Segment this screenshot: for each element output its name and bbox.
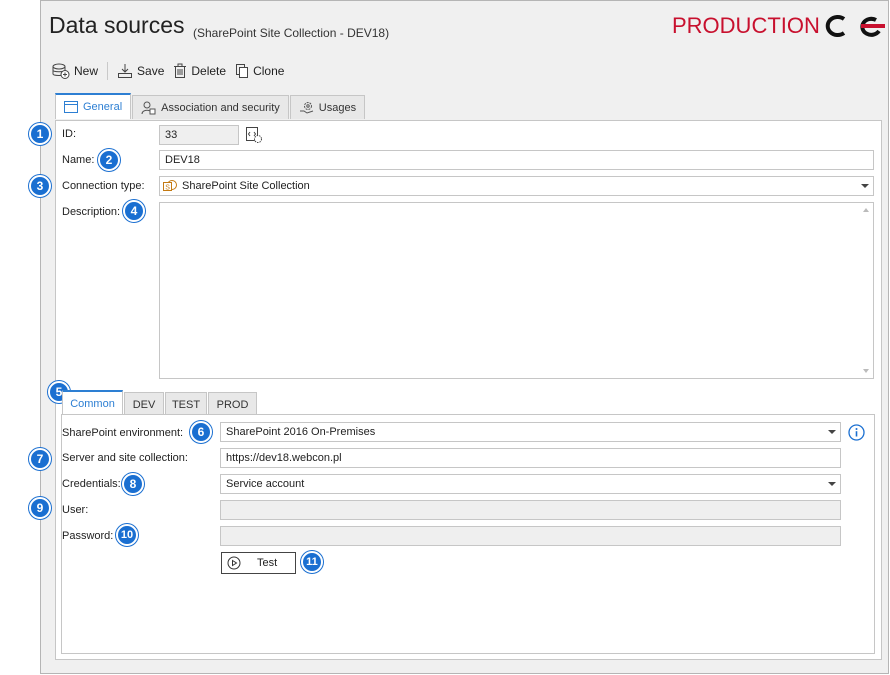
password-field: [220, 526, 841, 546]
id-field: 33: [159, 125, 239, 145]
callout-badge-7: 7: [29, 448, 51, 470]
user-lock-icon: [141, 101, 156, 114]
credentials-value: Service account: [226, 478, 305, 490]
main-tabs: General Association and security Usages: [55, 93, 366, 119]
database-add-icon: [52, 63, 70, 79]
tab-general-label: General: [83, 101, 123, 113]
tab-usages-label: Usages: [318, 101, 357, 114]
connection-type-label: Connection type:: [62, 180, 145, 192]
tab-association-label: Association and security: [161, 101, 280, 114]
delete-button-label: Delete: [191, 64, 227, 78]
callout-badge-2: 2: [98, 149, 120, 171]
name-label: Name:: [62, 154, 95, 166]
clone-button[interactable]: Clone: [235, 63, 284, 79]
callout-badge-4: 4: [123, 200, 145, 222]
toolbar: New Save Delete Clone: [52, 60, 293, 82]
toolbar-separator: [107, 62, 109, 80]
save-icon: [118, 64, 133, 78]
chevron-down-icon: [828, 430, 836, 434]
callout-badge-9: 9: [29, 497, 51, 519]
webcon-logo-icon: [825, 15, 885, 37]
clone-button-label: Clone: [253, 64, 285, 78]
page-subtitle: (SharePoint Site Collection - DEV18): [193, 26, 390, 40]
scroll-down-icon: [863, 369, 869, 373]
description-textarea[interactable]: [159, 202, 874, 379]
server-field[interactable]: https://dev18.webcon.pl: [220, 448, 841, 468]
svg-text:S: S: [165, 184, 170, 191]
sharepoint-environment-label: SharePoint environment:: [62, 427, 184, 439]
subtab-prod[interactable]: PROD: [208, 392, 257, 416]
play-circle-icon: [227, 556, 241, 570]
scroll-up-icon: [863, 208, 869, 212]
description-label: Description:: [62, 206, 121, 218]
trash-icon: [174, 63, 187, 78]
delete-button[interactable]: Delete: [173, 63, 226, 79]
page-title: Data sources: [49, 12, 185, 38]
subtab-test[interactable]: TEST: [165, 392, 207, 416]
save-button-label: Save: [137, 64, 165, 78]
credentials-label: Credentials:: [62, 478, 121, 490]
sharepoint-environment-value: SharePoint 2016 On-Premises: [226, 426, 376, 438]
callout-badge-6: 6: [190, 421, 212, 443]
new-button-label: New: [74, 64, 99, 78]
user-label: User:: [62, 504, 89, 516]
callout-badge-11: 11: [301, 551, 323, 573]
sharepoint-icon: S: [163, 180, 177, 191]
environment-label: PRODUCTION: [672, 13, 820, 38]
code-settings-icon[interactable]: [245, 126, 263, 144]
id-label: ID:: [62, 128, 77, 140]
sharepoint-environment-select[interactable]: SharePoint 2016 On-Premises: [220, 422, 841, 442]
server-label: Server and site collection:: [62, 452, 188, 464]
copy-icon: [236, 64, 249, 78]
window-icon: [64, 101, 78, 113]
callout-badge-3: 3: [29, 175, 51, 197]
new-button[interactable]: New: [52, 63, 98, 79]
callout-badge-8: 8: [122, 473, 144, 495]
name-field[interactable]: DEV18: [159, 150, 874, 170]
tab-association-security[interactable]: Association and security: [132, 95, 289, 119]
connection-type-value: SharePoint Site Collection: [182, 180, 310, 192]
test-button[interactable]: Test: [221, 552, 296, 574]
user-field: [220, 500, 841, 520]
callout-badge-10: 10: [116, 524, 138, 546]
callout-badge-1: 1: [29, 123, 51, 145]
subtab-common[interactable]: Common: [62, 390, 123, 416]
tab-usages[interactable]: Usages: [289, 95, 366, 119]
password-label: Password:: [62, 530, 114, 542]
environment-tabs: Common DEV TEST PROD: [62, 390, 258, 416]
test-button-label: Test: [257, 557, 278, 569]
connection-type-select[interactable]: S SharePoint Site Collection: [159, 176, 874, 196]
subtab-dev[interactable]: DEV: [124, 392, 164, 416]
chevron-down-icon: [861, 184, 869, 188]
info-icon[interactable]: [848, 424, 865, 441]
gear-hand-icon: [299, 101, 313, 114]
chevron-down-icon: [828, 482, 836, 486]
tab-general[interactable]: General: [55, 93, 132, 119]
credentials-select[interactable]: Service account: [220, 474, 841, 494]
description-scrollbar[interactable]: [861, 203, 873, 378]
save-button[interactable]: Save: [117, 63, 164, 79]
